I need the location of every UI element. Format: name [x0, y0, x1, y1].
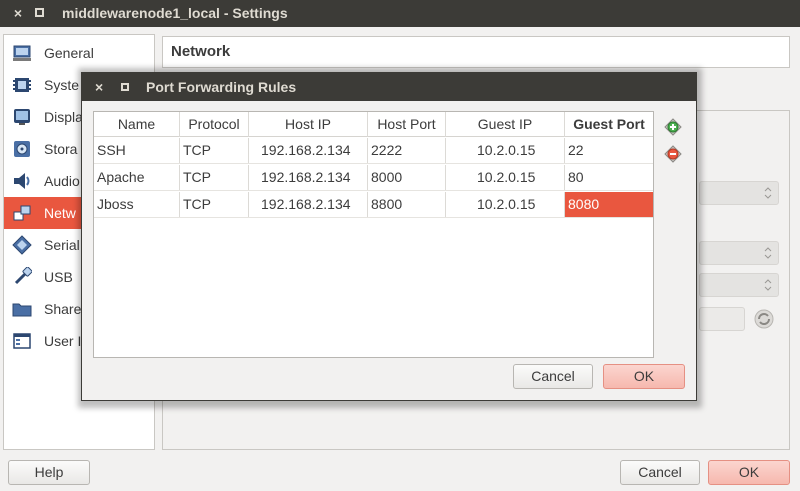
sidebar-item-label: Serial [44, 237, 80, 253]
table-header: Name Protocol Host IP Host Port Guest IP… [94, 112, 653, 137]
table-row[interactable]: Apache TCP 192.168.2.134 8000 10.2.0.15 … [94, 165, 653, 191]
general-icon [13, 45, 31, 61]
cell-guest-ip[interactable]: 10.2.0.15 [446, 165, 565, 190]
dialog-ok-button[interactable]: OK [603, 364, 685, 389]
column-header-name[interactable]: Name [94, 112, 180, 137]
cell-guest-port[interactable]: 22 [565, 138, 653, 163]
system-icon [13, 78, 31, 92]
cell-host-port[interactable]: 8800 [368, 192, 446, 217]
display-icon [14, 109, 30, 125]
cable-connected-combo[interactable] [699, 273, 779, 297]
help-button[interactable]: Help [8, 460, 90, 485]
dialog-titlebar: × Port Forwarding Rules [82, 73, 696, 101]
sidebar-item-label: User I [44, 333, 82, 349]
port-forwarding-table: Name Protocol Host IP Host Port Guest IP… [93, 111, 654, 358]
spin-arrows-icon [764, 279, 772, 291]
cell-guest-ip[interactable]: 10.2.0.15 [446, 138, 565, 163]
cell-guest-port-editing[interactable]: 8080 [565, 192, 653, 217]
cell-guest-ip[interactable]: 10.2.0.15 [446, 192, 565, 217]
cell-name[interactable]: Apache [94, 165, 180, 190]
section-title: Network [171, 43, 231, 60]
table-row[interactable]: SSH TCP 192.168.2.134 2222 10.2.0.15 22 [94, 138, 653, 164]
table-row[interactable]: Jboss TCP 192.168.2.134 8800 10.2.0.15 8… [94, 192, 653, 218]
cell-host-ip[interactable]: 192.168.2.134 [249, 165, 368, 190]
spin-arrows-icon [764, 187, 772, 199]
port-forwarding-dialog: × Port Forwarding Rules Name Protocol Ho… [81, 72, 697, 401]
cell-host-ip[interactable]: 192.168.2.134 [249, 138, 368, 163]
section-header: Network [162, 36, 790, 68]
add-rule-icon[interactable] [664, 118, 682, 136]
window-titlebar: × middlewarenode1_local - Settings [0, 0, 800, 27]
dialog-maximize-icon[interactable] [121, 83, 129, 91]
maximize-icon[interactable] [35, 8, 44, 17]
spin-arrows-icon [764, 247, 772, 259]
cell-name[interactable]: Jboss [94, 192, 180, 217]
shared-folders-icon [12, 303, 32, 317]
cell-host-port[interactable]: 2222 [368, 138, 446, 163]
mac-address-field[interactable] [699, 307, 745, 331]
cell-guest-port[interactable]: 80 [565, 165, 653, 190]
dialog-cancel-button[interactable]: Cancel [513, 364, 593, 389]
user-interface-icon [13, 333, 31, 349]
audio-icon [14, 173, 30, 189]
sidebar-item-label: Netw [44, 205, 76, 221]
column-header-guest-ip[interactable]: Guest IP [446, 112, 565, 137]
dialog-title: Port Forwarding Rules [146, 79, 297, 95]
sidebar-item-label: Audio [44, 173, 80, 189]
dialog-close-icon[interactable]: × [95, 78, 103, 96]
cell-protocol[interactable]: TCP [180, 192, 249, 217]
sidebar-item-label: USB [44, 269, 73, 285]
cell-protocol[interactable]: TCP [180, 165, 249, 190]
column-header-guest-port[interactable]: Guest Port [565, 112, 653, 137]
cell-host-ip[interactable]: 192.168.2.134 [249, 192, 368, 217]
sidebar-item-label: Stora [44, 141, 78, 157]
cell-host-port[interactable]: 8000 [368, 165, 446, 190]
network-icon [13, 205, 31, 221]
column-header-host-ip[interactable]: Host IP [249, 112, 368, 137]
sidebar-item-label: General [44, 45, 94, 61]
column-header-protocol[interactable]: Protocol [180, 112, 249, 137]
window-title: middlewarenode1_local - Settings [62, 5, 288, 21]
refresh-icon[interactable] [753, 308, 775, 330]
sidebar-item-label: Share [44, 301, 82, 317]
sidebar-item-label: Syste [44, 77, 80, 93]
ok-button[interactable]: OK [708, 460, 790, 485]
cancel-button[interactable]: Cancel [620, 460, 700, 485]
serial-icon [12, 235, 32, 255]
close-icon[interactable]: × [10, 4, 26, 22]
usb-icon [14, 267, 32, 285]
column-header-host-port[interactable]: Host Port [368, 112, 446, 137]
storage-icon [14, 141, 30, 157]
promiscuous-mode-combo[interactable] [699, 241, 779, 265]
cell-protocol[interactable]: TCP [180, 138, 249, 163]
adapter-type-combo[interactable] [699, 181, 779, 205]
sidebar-item-general[interactable]: General [4, 37, 154, 69]
cell-name[interactable]: SSH [94, 138, 180, 163]
remove-rule-icon[interactable] [664, 145, 682, 163]
